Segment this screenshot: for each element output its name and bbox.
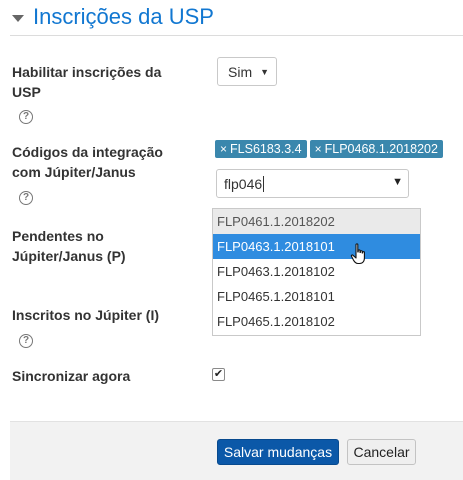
sync-checkbox[interactable]: ✔ (212, 368, 225, 381)
enable-select[interactable]: Sim ▼ (217, 57, 277, 86)
dropdown-option[interactable]: FLP0465.1.2018101 (213, 284, 420, 309)
pending-label-line1: Pendentes no (12, 228, 104, 244)
tag-remove-icon[interactable]: × (220, 142, 227, 156)
dropdown-option[interactable]: FLP0461.1.2018202 (213, 209, 420, 234)
search-input-value: flp046 (224, 175, 263, 192)
header-divider (10, 35, 463, 36)
codes-label-line2: com Júpiter/Janus (12, 164, 136, 180)
section-header[interactable]: Inscrições da USP (12, 4, 214, 30)
sync-label: Sincronizar agora (12, 368, 131, 384)
dropdown-option[interactable]: FLP0463.1.2018101 (213, 234, 420, 259)
enable-label: Habilitar inscrições da USP (12, 62, 161, 102)
pending-label-line2: Júpiter/Janus (P) (12, 248, 126, 264)
enable-label-line2: USP (12, 84, 41, 100)
enable-label-line1: Habilitar inscrições da (12, 64, 162, 80)
codes-search-input[interactable]: flp046 ▼ (216, 169, 409, 198)
selected-tags: × FLS6183.3.4 × FLP0468.1.2018202 (215, 140, 443, 158)
help-icon[interactable]: ? (19, 110, 33, 124)
text-cursor (263, 175, 265, 192)
save-button[interactable]: Salvar mudanças (217, 439, 339, 465)
pending-label: Pendentes no Júpiter/Janus (P) (12, 226, 126, 266)
tag-label: FLP0468.1.2018202 (324, 142, 438, 156)
help-icon[interactable]: ? (19, 334, 33, 348)
dropdown-arrow-icon[interactable]: ▼ (392, 176, 403, 188)
select-arrow-icon: ▼ (260, 67, 269, 77)
checkmark-icon: ✔ (213, 368, 224, 380)
cancel-button[interactable]: Cancelar (347, 439, 416, 465)
tag-label: FLS6183.3.4 (230, 142, 302, 156)
autocomplete-dropdown: FLP0461.1.2018202 FLP0463.1.2018101 FLP0… (212, 208, 421, 336)
hand-cursor-icon (350, 243, 365, 265)
dropdown-option[interactable]: FLP0465.1.2018102 (213, 309, 420, 334)
section-title: Inscrições da USP (33, 4, 214, 29)
tag-item[interactable]: × FLP0468.1.2018202 (309, 140, 443, 158)
tag-remove-icon[interactable]: × (315, 142, 322, 156)
tag-item[interactable]: × FLS6183.3.4 (215, 140, 307, 158)
help-icon[interactable]: ? (19, 191, 33, 205)
codes-label: Códigos da integração com Júpiter/Janus (12, 142, 163, 182)
enable-select-value: Sim (228, 63, 253, 80)
collapse-caret-icon[interactable] (12, 14, 24, 22)
dropdown-option[interactable]: FLP0463.1.2018102 (213, 259, 420, 284)
enrolled-label: Inscritos no Júpiter (I) (12, 307, 160, 323)
codes-label-line1: Códigos da integração (12, 144, 163, 160)
